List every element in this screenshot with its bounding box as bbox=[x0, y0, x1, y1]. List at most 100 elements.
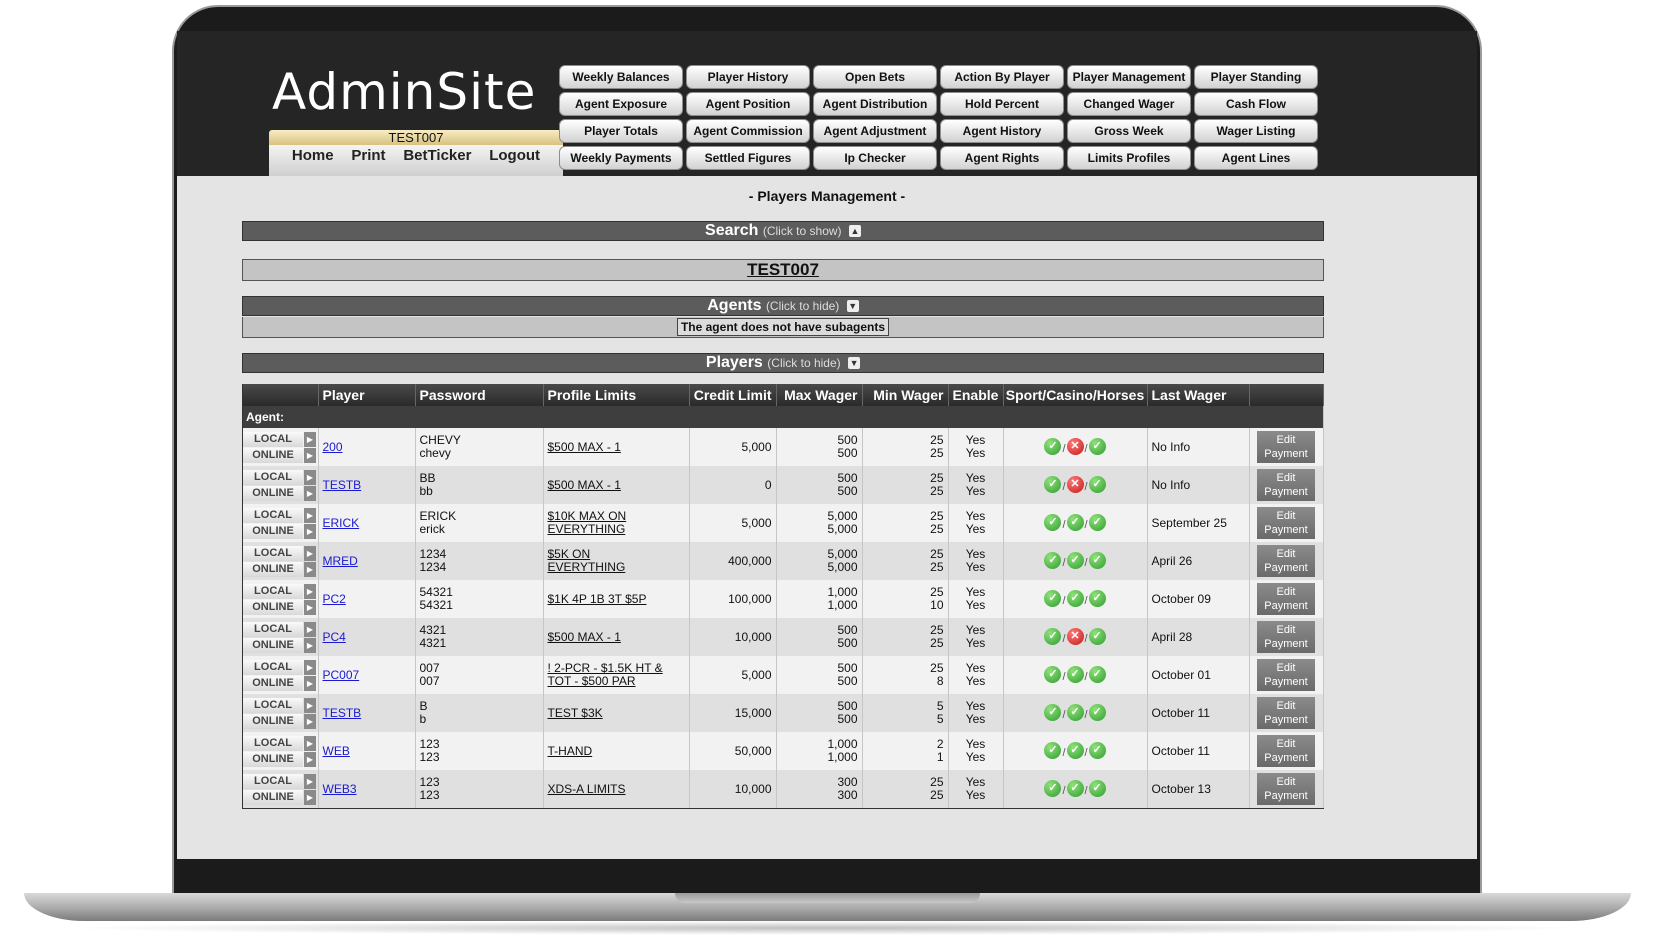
sport-enabled-check-icon[interactable]: ✓ bbox=[1044, 514, 1062, 532]
horses-enabled-check-icon[interactable]: ✓ bbox=[1088, 438, 1106, 456]
profile-limit-link[interactable]: XDS-A LIMITS bbox=[548, 782, 685, 796]
nav-button-agent-exposure[interactable]: Agent Exposure bbox=[559, 92, 683, 116]
player-link[interactable]: MRED bbox=[323, 554, 358, 568]
sport-enabled-check-icon[interactable]: ✓ bbox=[1044, 476, 1062, 494]
local-button[interactable]: LOCAL bbox=[243, 583, 303, 599]
horses-enabled-check-icon[interactable]: ✓ bbox=[1088, 628, 1106, 646]
casino-enabled-check-icon[interactable]: ✓ bbox=[1066, 590, 1084, 608]
edit-payment-button[interactable]: Edit Payment bbox=[1257, 697, 1315, 729]
horses-enabled-check-icon[interactable]: ✓ bbox=[1088, 742, 1106, 760]
sport-enabled-check-icon[interactable]: ✓ bbox=[1044, 438, 1062, 456]
casino-enabled-check-icon[interactable]: ✓ bbox=[1066, 704, 1084, 722]
online-button[interactable]: ONLINE bbox=[243, 637, 303, 653]
horses-enabled-check-icon[interactable]: ✓ bbox=[1088, 552, 1106, 570]
profile-limit-link[interactable]: $500 MAX - 1 bbox=[548, 478, 685, 492]
agents-panel-header[interactable]: Agents (Click to hide) ▼ bbox=[242, 296, 1324, 316]
nav-button-limits-profiles[interactable]: Limits Profiles bbox=[1067, 146, 1191, 170]
col-header-enable[interactable]: Enable bbox=[948, 384, 1004, 406]
local-arrow-icon[interactable]: ▶ bbox=[304, 697, 316, 713]
nav-button-cash-flow[interactable]: Cash Flow bbox=[1194, 92, 1318, 116]
nav-button-wager-listing[interactable]: Wager Listing bbox=[1194, 119, 1318, 143]
nav-button-settled-figures[interactable]: Settled Figures bbox=[686, 146, 810, 170]
betticker-link[interactable]: BetTicker bbox=[403, 145, 471, 176]
online-button[interactable]: ONLINE bbox=[243, 447, 303, 463]
col-header-sport-casino-horses[interactable]: Sport/Casino/Horses bbox=[1003, 384, 1148, 406]
player-link[interactable]: ERICK bbox=[323, 516, 360, 530]
nav-button-weekly-balances[interactable]: Weekly Balances bbox=[559, 65, 683, 89]
sport-enabled-check-icon[interactable]: ✓ bbox=[1044, 780, 1062, 798]
local-arrow-icon[interactable]: ▶ bbox=[304, 545, 316, 561]
online-arrow-icon[interactable]: ▶ bbox=[304, 675, 316, 691]
nav-button-weekly-payments[interactable]: Weekly Payments bbox=[559, 146, 683, 170]
col-header-max-wager[interactable]: Max Wager bbox=[776, 384, 863, 406]
player-link[interactable]: PC4 bbox=[323, 630, 346, 644]
edit-payment-button[interactable]: Edit Payment bbox=[1257, 735, 1315, 767]
horses-enabled-check-icon[interactable]: ✓ bbox=[1088, 590, 1106, 608]
casino-disabled-x-icon[interactable]: ✕ bbox=[1066, 438, 1084, 456]
col-header-min-wager[interactable]: Min Wager bbox=[862, 384, 949, 406]
nav-button-ip-checker[interactable]: Ip Checker bbox=[813, 146, 937, 170]
edit-payment-button[interactable]: Edit Payment bbox=[1257, 431, 1315, 463]
nav-button-gross-week[interactable]: Gross Week bbox=[1067, 119, 1191, 143]
nav-button-agent-rights[interactable]: Agent Rights bbox=[940, 146, 1064, 170]
online-arrow-icon[interactable]: ▶ bbox=[304, 637, 316, 653]
nav-button-agent-lines[interactable]: Agent Lines bbox=[1194, 146, 1318, 170]
edit-payment-button[interactable]: Edit Payment bbox=[1257, 507, 1315, 539]
nav-button-action-by-player[interactable]: Action By Player bbox=[940, 65, 1064, 89]
profile-limit-link[interactable]: $500 MAX - 1 bbox=[548, 630, 685, 644]
online-button[interactable]: ONLINE bbox=[243, 713, 303, 729]
search-panel-header[interactable]: Search (Click to show) ▲ bbox=[242, 221, 1324, 241]
horses-enabled-check-icon[interactable]: ✓ bbox=[1088, 666, 1106, 684]
sport-enabled-check-icon[interactable]: ✓ bbox=[1044, 704, 1062, 722]
edit-payment-button[interactable]: Edit Payment bbox=[1257, 621, 1315, 653]
print-link[interactable]: Print bbox=[351, 145, 385, 176]
local-arrow-icon[interactable]: ▶ bbox=[304, 431, 316, 447]
profile-limit-link[interactable]: $1K 4P 1B 3T $5P bbox=[548, 592, 685, 606]
casino-enabled-check-icon[interactable]: ✓ bbox=[1066, 742, 1084, 760]
local-arrow-icon[interactable]: ▶ bbox=[304, 659, 316, 675]
local-arrow-icon[interactable]: ▶ bbox=[304, 621, 316, 637]
horses-enabled-check-icon[interactable]: ✓ bbox=[1088, 780, 1106, 798]
local-button[interactable]: LOCAL bbox=[243, 773, 303, 789]
local-button[interactable]: LOCAL bbox=[243, 431, 303, 447]
horses-enabled-check-icon[interactable]: ✓ bbox=[1088, 704, 1106, 722]
nav-button-hold-percent[interactable]: Hold Percent bbox=[940, 92, 1064, 116]
online-button[interactable]: ONLINE bbox=[243, 789, 303, 805]
local-arrow-icon[interactable]: ▶ bbox=[304, 469, 316, 485]
casino-disabled-x-icon[interactable]: ✕ bbox=[1066, 476, 1084, 494]
nav-button-agent-adjustment[interactable]: Agent Adjustment bbox=[813, 119, 937, 143]
player-link[interactable]: 200 bbox=[323, 440, 343, 454]
sport-enabled-check-icon[interactable]: ✓ bbox=[1044, 628, 1062, 646]
online-arrow-icon[interactable]: ▶ bbox=[304, 789, 316, 805]
online-button[interactable]: ONLINE bbox=[243, 485, 303, 501]
expand-up-icon[interactable]: ▲ bbox=[848, 225, 861, 237]
sport-enabled-check-icon[interactable]: ✓ bbox=[1044, 742, 1062, 760]
home-link[interactable]: Home bbox=[292, 145, 334, 176]
profile-limit-link[interactable]: $500 MAX - 1 bbox=[548, 440, 685, 454]
local-button[interactable]: LOCAL bbox=[243, 659, 303, 675]
logout-link[interactable]: Logout bbox=[489, 145, 540, 176]
agent-name[interactable]: TEST007 bbox=[747, 260, 819, 279]
edit-payment-button[interactable]: Edit Payment bbox=[1257, 583, 1315, 615]
profile-limit-link[interactable]: TEST $3K bbox=[548, 706, 685, 720]
nav-button-player-standing[interactable]: Player Standing bbox=[1194, 65, 1318, 89]
local-button[interactable]: LOCAL bbox=[243, 507, 303, 523]
profile-limit-link-cont[interactable]: EVERYTHING bbox=[548, 523, 685, 536]
profile-limit-link-cont[interactable]: TOT - $500 PAR bbox=[548, 675, 685, 688]
casino-enabled-check-icon[interactable]: ✓ bbox=[1066, 780, 1084, 798]
horses-enabled-check-icon[interactable]: ✓ bbox=[1088, 514, 1106, 532]
local-button[interactable]: LOCAL bbox=[243, 735, 303, 751]
edit-payment-button[interactable]: Edit Payment bbox=[1257, 773, 1315, 805]
edit-payment-button[interactable]: Edit Payment bbox=[1257, 469, 1315, 501]
online-button[interactable]: ONLINE bbox=[243, 523, 303, 539]
player-link[interactable]: WEB3 bbox=[323, 782, 357, 796]
nav-button-open-bets[interactable]: Open Bets bbox=[813, 65, 937, 89]
online-arrow-icon[interactable]: ▶ bbox=[304, 523, 316, 539]
player-link[interactable]: TESTB bbox=[323, 478, 362, 492]
sport-enabled-check-icon[interactable]: ✓ bbox=[1044, 590, 1062, 608]
nav-button-player-history[interactable]: Player History bbox=[686, 65, 810, 89]
sport-enabled-check-icon[interactable]: ✓ bbox=[1044, 666, 1062, 684]
edit-payment-button[interactable]: Edit Payment bbox=[1257, 659, 1315, 691]
sport-enabled-check-icon[interactable]: ✓ bbox=[1044, 552, 1062, 570]
nav-button-player-management[interactable]: Player Management bbox=[1067, 65, 1191, 89]
